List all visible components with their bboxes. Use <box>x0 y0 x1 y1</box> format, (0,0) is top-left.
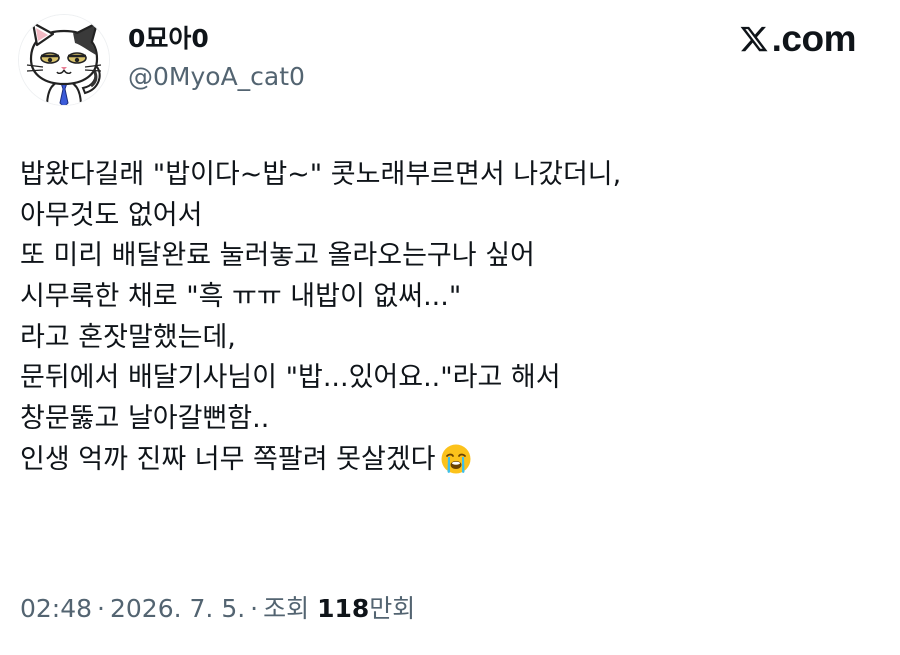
x-com-brand[interactable]: .com <box>739 18 857 59</box>
loudly-crying-face-emoji <box>440 443 472 488</box>
tweet-card: 0묘아0 @0MyoA_cat0 .com 밥왔다길래 "밥이다~밥~" 콧노래… <box>0 0 900 655</box>
views-unit: 만회 <box>369 594 416 623</box>
tweet-line: 창문뚫고 날아갈뻔함.. <box>20 403 270 435</box>
tweet-line-last: 인생 억까 진짜 너무 쪽팔려 못살겠다 <box>20 440 880 481</box>
brand-text: .com <box>771 18 857 59</box>
views-label: 조회 <box>263 594 310 623</box>
tweet-line: 문뒤에서 배달기사님이 "밥...있어요.."라고 해서 <box>20 362 561 394</box>
meta-separator: · <box>97 594 105 623</box>
tweet-text: 밥왔다길래 "밥이다~밥~" 콧노래부르면서 나갔더니, 아무것도 없어서 또 … <box>20 155 880 481</box>
tweet-line: 밥왔다길래 "밥이다~밥~" 콧노래부르면서 나갔더니, <box>20 159 622 190</box>
cat-avatar-icon <box>19 15 109 105</box>
views-count: 118 <box>317 594 370 623</box>
tweet-line: 시무룩한 채로 "흑 ㅠㅠ 내밥이 없써..." <box>20 281 462 313</box>
tweet-line-last-text: 인생 억까 진짜 너무 쪽팔려 못살겠다 <box>20 443 436 475</box>
meta-separator: · <box>250 594 259 623</box>
author-display-name[interactable]: 0묘아0 <box>128 22 209 56</box>
x-logo-icon <box>740 26 768 52</box>
tweet-meta: 02:48 · 2026. 7. 5. · 조회 118만회 <box>20 592 415 626</box>
author-handle[interactable]: @0MyoA_cat0 <box>128 60 305 94</box>
tweet-line: 또 미리 배달완료 눌러놓고 올라오는구나 싶어 <box>20 240 535 272</box>
tweet-line: 라고 혼잣말했는데, <box>20 321 236 353</box>
tweet-date[interactable]: 2026. 7. 5. <box>110 594 245 623</box>
author-avatar[interactable] <box>18 14 110 106</box>
tweet-time[interactable]: 02:48 <box>20 594 92 623</box>
tweet-line: 아무것도 없어서 <box>20 199 203 231</box>
